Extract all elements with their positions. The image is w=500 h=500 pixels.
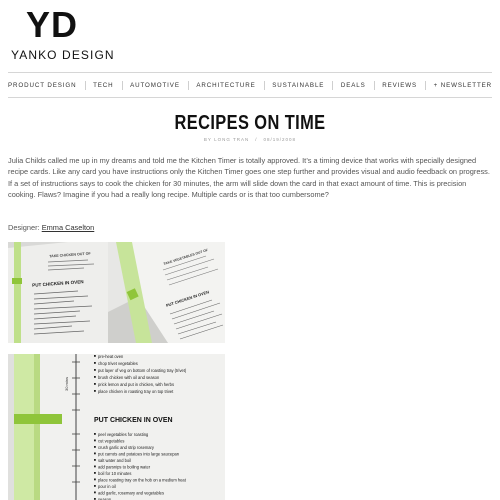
photo-3-line-top-0: pre-heat oven [98, 354, 124, 359]
photo-3-line-bottom-3: put carrots and potatoes into large sauc… [98, 452, 180, 457]
photo-3-line-top-2: put layer of veg on bottom of roasting t… [98, 368, 187, 373]
photo-3-line-bottom-4: salt water and boil [98, 458, 131, 463]
photo-3-line-top-5: place chicken in roasting tray on top tr… [98, 389, 174, 394]
nav-divider [332, 80, 333, 90]
photo-3-line-bottom-0: peel vegetables for roasting [98, 432, 149, 437]
nav-item-deals[interactable]: DEALS [341, 82, 366, 89]
post-date: 08/19/2008 [263, 137, 297, 142]
photo-1-image: TAKE CHICKEN OUT OF PUT CHICKEN IN OVEN [8, 242, 108, 343]
photo-3-line-bottom-6: boil for 10 minutes [98, 471, 131, 476]
photo-3-line-bottom-5: add parsnips to boiling water [98, 465, 151, 470]
nav-divider [263, 80, 265, 90]
designer-label: Designer: [8, 223, 40, 232]
nav-item-product-design[interactable]: PRODUCT DESIGN [8, 82, 77, 89]
photo-3-line-top-4: prick lemon and put in chicken, with her… [98, 382, 174, 387]
nav-divider [425, 80, 426, 90]
nav-divider [84, 80, 86, 90]
designer-credit: Designer: Emma Caselton [8, 223, 94, 232]
article-photo-1[interactable]: TAKE CHICKEN OUT OF PUT CHICKEN IN OVEN [8, 242, 108, 343]
photo-3-line-bottom-7: place roasting tray on the hob on a medi… [98, 478, 187, 483]
photo-3-line-bottom-1: cut vegetables [98, 439, 124, 444]
article-byline: BY LONG TRAN / 08/19/2008 [0, 137, 500, 142]
nav-item-sustainable[interactable]: SUSTAINABLE [272, 82, 324, 89]
main-nav: PRODUCT DESIGN TECH AUTOMOTIVE ARCHITECT… [8, 72, 492, 98]
article-body: Julia Childs called me up in my dreams a… [8, 156, 490, 200]
photo-3-time-label: 30 mins [64, 377, 69, 391]
photo-2-image: TAKE VEGETABLES OUT OF PUT CHICKEN IN OV… [108, 242, 225, 343]
byline-separator: / [255, 137, 258, 142]
article-photo-3[interactable]: 30 mins pre-heat oven chop trivet vegeta… [8, 354, 225, 500]
nav-divider [187, 80, 189, 90]
nav-item-automotive[interactable]: AUTOMOTIVE [130, 82, 180, 89]
article-photo-2[interactable]: TAKE VEGETABLES OUT OF PUT CHICKEN IN OV… [108, 242, 225, 343]
photo-3-line-top-1: chop trivet vegetables [98, 361, 138, 366]
logo-text: YANKO DESIGN [11, 48, 115, 62]
nav-item-newsletter[interactable]: + NEWSLETTER [434, 82, 492, 89]
photo-3-line-bottom-8: pour in oil [98, 484, 116, 489]
nav-divider [121, 80, 123, 90]
photo-3-step-heading: PUT CHICKEN IN OVEN [94, 417, 173, 424]
photo-3-line-bottom-2: crush garlic and strip rosemary [98, 445, 155, 450]
photo-3-line-top-3: brush chicken with oil and season [98, 375, 160, 380]
nav-item-reviews[interactable]: REVIEWS [382, 82, 417, 89]
article-title: RECIPES ON TIME [174, 112, 326, 134]
site-logo[interactable]: YD YANKO DESIGN [8, 6, 138, 63]
nav-divider [373, 80, 375, 90]
author-link[interactable]: BY LONG TRAN [204, 137, 249, 142]
photo-3-line-bottom-9: add garlic, rosemary and vegetables [98, 491, 164, 496]
nav-item-tech[interactable]: TECH [93, 82, 113, 89]
photo-3-image: 30 mins pre-heat oven chop trivet vegeta… [8, 354, 225, 500]
nav-item-architecture[interactable]: ARCHITECTURE [196, 82, 255, 89]
designer-link[interactable]: Emma Caselton [42, 223, 95, 232]
logo-mark: YD [26, 4, 79, 45]
